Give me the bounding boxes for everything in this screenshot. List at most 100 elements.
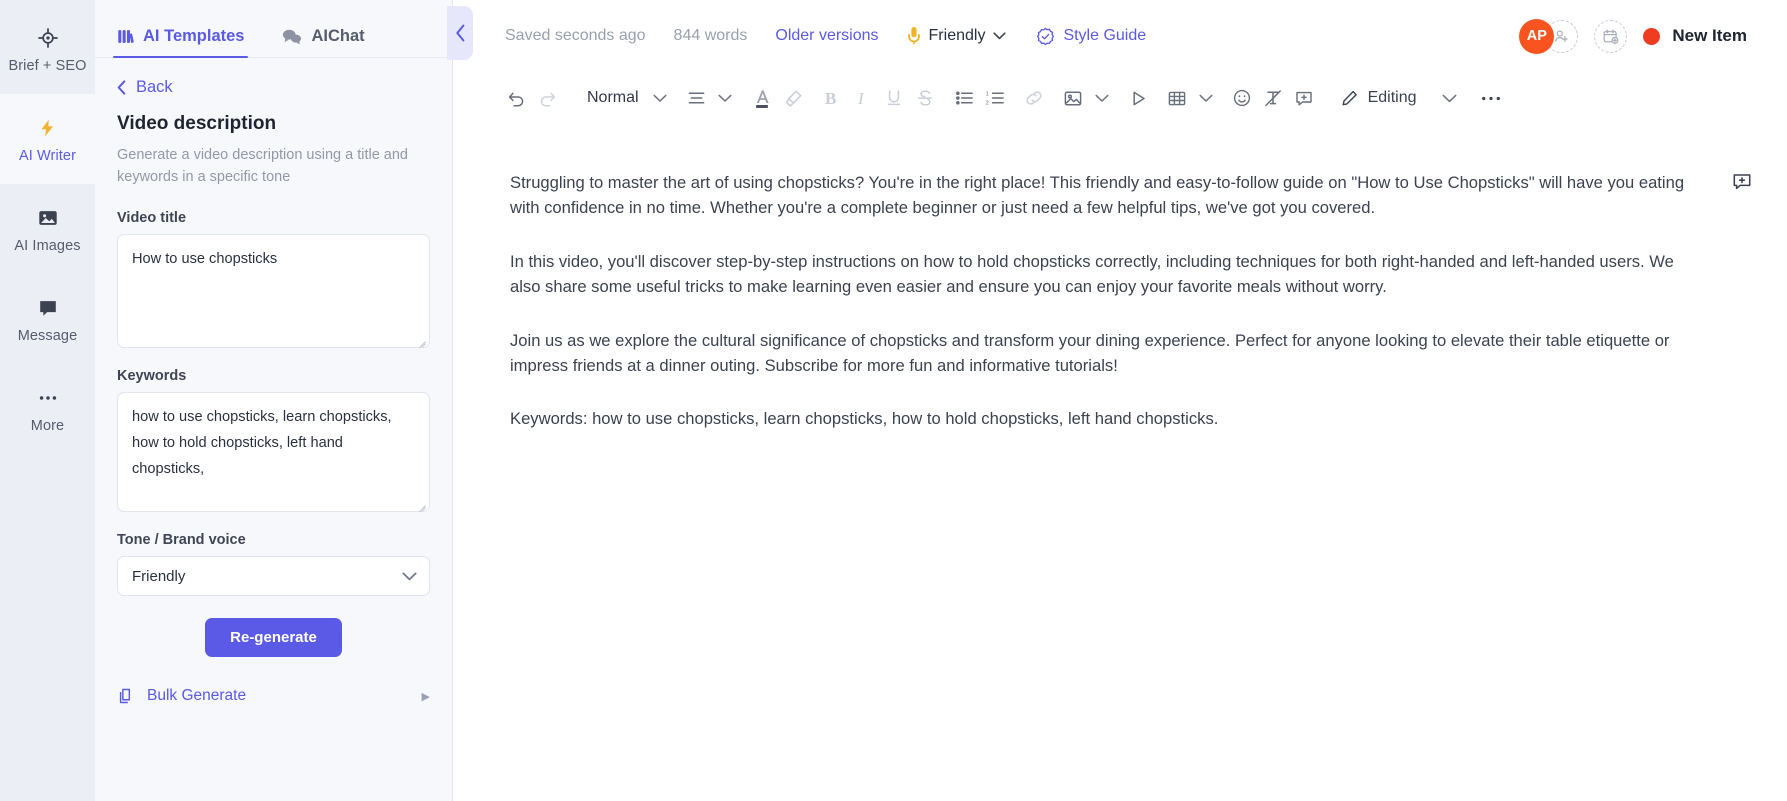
- numbered-list-button[interactable]: 1 2: [980, 81, 1011, 115]
- chevron-down-icon: [402, 572, 417, 581]
- chevron-down-icon: [993, 32, 1007, 40]
- rail-item-ai-writer[interactable]: AI Writer: [0, 94, 95, 184]
- text-color-button[interactable]: [746, 81, 778, 115]
- editing-mode-button[interactable]: Editing: [1336, 89, 1417, 108]
- redo-icon: [540, 92, 556, 106]
- chevron-down-icon: [1199, 94, 1213, 102]
- template-title: Video description: [117, 113, 277, 134]
- video-title-input[interactable]: How to use chopsticks: [117, 234, 430, 349]
- keywords-label: Keywords: [117, 368, 187, 385]
- editing-mode-label: Editing: [1367, 89, 1417, 106]
- check-badge-icon: [1036, 27, 1055, 46]
- undo-icon: [508, 92, 524, 106]
- primary-nav-rail: Brief + SEO AI Writer AI Images Message …: [0, 0, 95, 801]
- paragraph-style-select[interactable]: Normal: [579, 81, 647, 115]
- video-title-label: Video title: [117, 210, 187, 227]
- insert-image-caret[interactable]: [1089, 94, 1115, 103]
- table-icon: [1168, 91, 1186, 105]
- regenerate-row: Re-generate: [117, 618, 430, 658]
- bulk-generate-item[interactable]: Bulk Generate ▶: [117, 683, 430, 705]
- add-comment-icon: [1296, 91, 1312, 105]
- app-root: Brief + SEO AI Writer AI Images Message …: [0, 0, 1787, 801]
- style-guide-button[interactable]: Style Guide: [1036, 27, 1146, 46]
- document-paragraph: Join us as we explore the cultural signi…: [510, 330, 1670, 375]
- tab-label: AIChat: [311, 27, 365, 45]
- image-icon: [37, 205, 59, 231]
- ellipsis-icon: [1482, 96, 1500, 100]
- editor-topbar: Saved seconds ago 844 words Older versio…: [453, 0, 1787, 72]
- document-text: Struggling to master the art of using ch…: [510, 170, 1700, 432]
- bold-button[interactable]: B: [817, 81, 848, 115]
- tone-select[interactable]: Friendly: [117, 556, 430, 597]
- paragraph-style-caret[interactable]: [647, 94, 673, 103]
- chevron-down-icon: [653, 94, 667, 102]
- image-icon: [1064, 90, 1082, 106]
- avatar[interactable]: AP: [1519, 18, 1555, 54]
- word-count: 844 words: [673, 27, 748, 44]
- tab-aichat[interactable]: AIChat: [278, 27, 368, 57]
- underline-button[interactable]: [879, 81, 910, 115]
- more-options-button[interactable]: [1475, 81, 1506, 115]
- document-paragraph: Keywords: how to use chopsticks, learn c…: [510, 409, 1219, 429]
- add-task-button[interactable]: [1594, 19, 1628, 53]
- pencil-icon: [1342, 90, 1357, 105]
- align-button[interactable]: [681, 81, 712, 115]
- rail-item-message[interactable]: Message: [0, 274, 95, 364]
- editor-area: Saved seconds ago 844 words Older versio…: [453, 0, 1787, 801]
- svg-text:2: 2: [986, 101, 989, 106]
- older-versions-link[interactable]: Older versions: [775, 27, 878, 45]
- rail-item-label: Brief + SEO: [8, 57, 87, 74]
- highlight-button[interactable]: [778, 81, 809, 115]
- ellipsis-icon: [37, 385, 59, 411]
- collapse-panel-button[interactable]: [447, 6, 473, 60]
- redo-button[interactable]: [532, 81, 563, 115]
- chevron-down-icon: [718, 94, 732, 102]
- editing-mode-caret[interactable]: [1416, 94, 1463, 103]
- back-button[interactable]: Back: [117, 78, 430, 97]
- add-comment-icon: [1733, 173, 1751, 189]
- document-canvas[interactable]: Struggling to master the art of using ch…: [453, 124, 1787, 801]
- tone-selector[interactable]: Friendly: [907, 26, 1007, 46]
- document-add-comment-button[interactable]: [1727, 166, 1757, 196]
- tab-ai-templates[interactable]: AI Templates: [113, 27, 249, 58]
- insert-image-button[interactable]: [1058, 81, 1089, 115]
- regenerate-button[interactable]: Re-generate: [205, 618, 342, 658]
- insert-video-button[interactable]: [1123, 81, 1154, 115]
- templates-grid-icon: [117, 28, 134, 45]
- align-caret[interactable]: [712, 94, 738, 103]
- link-button[interactable]: [1019, 81, 1050, 115]
- bullet-list-icon: [955, 91, 973, 105]
- add-comment-button[interactable]: [1289, 81, 1320, 115]
- rail-item-more[interactable]: More: [0, 364, 95, 454]
- copy-documents-icon: [117, 687, 135, 705]
- rail-item-label: Message: [17, 327, 78, 344]
- resize-grip-icon: [416, 498, 426, 508]
- emoji-icon: [1233, 89, 1251, 107]
- lightning-bolt-icon: [38, 115, 57, 141]
- chevron-left-icon: [455, 24, 464, 42]
- clear-formatting-button[interactable]: [1258, 81, 1289, 115]
- clear-format-icon: [1265, 90, 1282, 107]
- strikethrough-icon: [917, 90, 933, 106]
- insert-table-button[interactable]: [1162, 81, 1193, 115]
- document-paragraph: In this video, you'll discover step-by-s…: [510, 251, 1674, 297]
- rail-item-ai-images[interactable]: AI Images: [0, 184, 95, 274]
- underline-icon: [887, 90, 901, 106]
- rail-item-brief-seo[interactable]: Brief + SEO: [0, 4, 95, 94]
- emoji-button[interactable]: [1227, 81, 1258, 115]
- saved-status: Saved seconds ago: [505, 27, 646, 44]
- svg-text:1: 1: [986, 92, 989, 98]
- tone-value: Friendly: [928, 27, 986, 44]
- rail-item-label: More: [30, 417, 65, 434]
- italic-button[interactable]: I: [848, 81, 879, 115]
- strikethrough-button[interactable]: [910, 81, 941, 115]
- insert-table-caret[interactable]: [1193, 94, 1219, 103]
- new-item-button[interactable]: New Item: [1643, 26, 1747, 46]
- keywords-input[interactable]: how to use chopsticks, learn chopsticks,…: [117, 392, 430, 513]
- chat-bubbles-icon: [282, 28, 302, 45]
- panel-tabs: AI Templates AIChat: [95, 0, 452, 58]
- back-label: Back: [136, 78, 173, 96]
- undo-button[interactable]: [501, 81, 532, 115]
- tab-label: AI Templates: [143, 27, 245, 45]
- bullet-list-button[interactable]: [949, 81, 980, 115]
